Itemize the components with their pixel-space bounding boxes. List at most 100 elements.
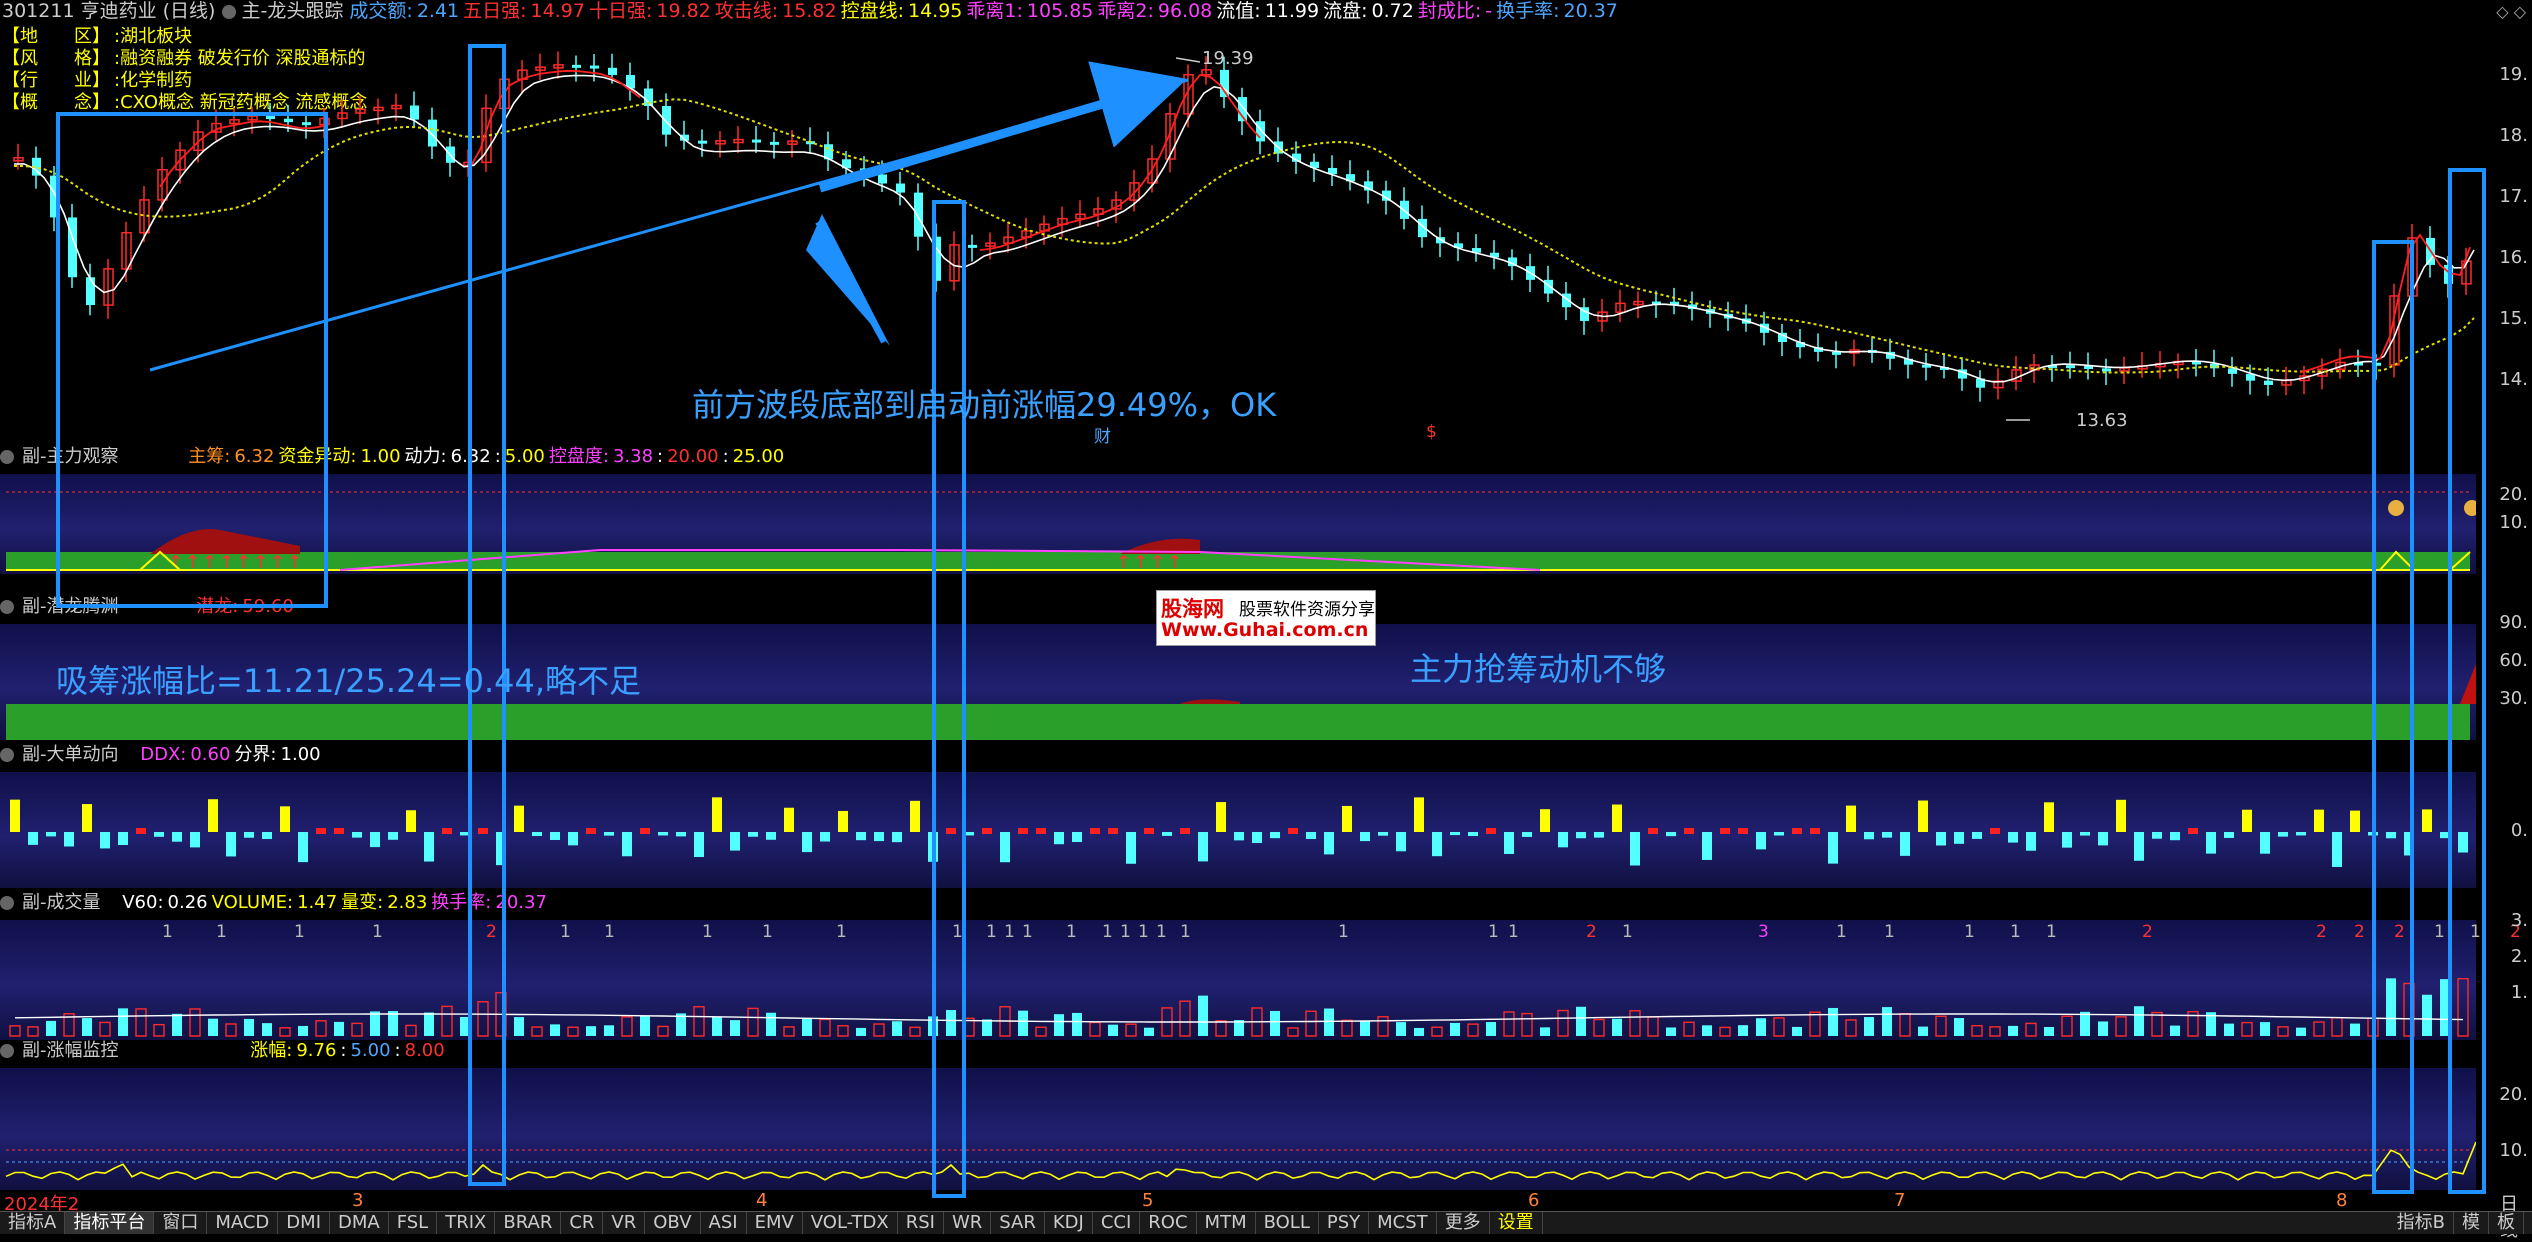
diamond-left-icon[interactable]: ◇ [2496, 2, 2508, 21]
volume-bar-up [657, 1025, 669, 1037]
indicator-tab[interactable]: VOL-TDX [803, 1212, 898, 1234]
panel-value: 0.26 [167, 892, 208, 913]
indicator-tab[interactable]: RSI [898, 1212, 944, 1234]
chevron-down-icon[interactable] [0, 748, 14, 762]
panel-label: 分界: [234, 744, 277, 765]
indicator-tab[interactable]: 窗口 [154, 1212, 208, 1234]
indicator-tab[interactable]: MCST [1369, 1212, 1437, 1234]
header-value: 11.99 [1264, 0, 1320, 22]
indicator-tab[interactable]: SAR [991, 1212, 1045, 1234]
indicator-tab[interactable]: KDJ [1045, 1212, 1093, 1234]
main-indicator-name[interactable]: 主-龙头跟踪 [242, 0, 344, 22]
event-marker[interactable]: $ [1426, 422, 1437, 442]
indicator-tab[interactable]: CCI [1093, 1212, 1141, 1234]
volume-bar-down [388, 1011, 398, 1036]
indicator-tab-right[interactable]: 指标B [2389, 1212, 2454, 1234]
ddx-bar [856, 832, 866, 841]
ddx-bar [1882, 832, 1892, 838]
ddx-bar [1810, 828, 1820, 834]
ddx-bar [1486, 828, 1496, 834]
volume-bar-down [262, 1023, 272, 1036]
ddx-bar [586, 828, 596, 834]
date-label: 8 [2336, 1190, 2348, 1211]
volume-count-label: 1 [1836, 922, 1847, 942]
panel-title[interactable]: 副-大单动向 [22, 744, 119, 765]
chevron-down-icon[interactable] [0, 450, 14, 464]
ddx-bar [1378, 832, 1388, 836]
indicator-tab[interactable]: VR [603, 1212, 646, 1234]
panel-title[interactable]: 副-成交量 [22, 892, 101, 913]
panel-zhuli-header: 副-主力观察 主筹: 6.32 资金异动: 1.00 动力: 6.32:5.00 控盘度: 3… [0, 446, 796, 468]
ddx-bar [172, 832, 182, 842]
ddx-bar [136, 828, 146, 834]
chevron-down-icon[interactable] [221, 4, 236, 19]
chevron-down-icon[interactable] [0, 896, 14, 910]
indicator-tab[interactable]: CR [561, 1212, 604, 1234]
indicator-tab-right[interactable]: 板 [2489, 1212, 2524, 1234]
panel-title[interactable]: 副-主力观察 [22, 446, 119, 467]
indicator-tab[interactable]: BRAR [495, 1212, 562, 1234]
indicator-tab[interactable]: DMI [278, 1212, 330, 1234]
ddx-bar [838, 810, 848, 832]
volume-bar-down [2098, 1021, 2108, 1036]
indicator-tab[interactable]: 设置 [1490, 1212, 1543, 1234]
indicator-tab[interactable]: PSY [1319, 1212, 1370, 1234]
volume-bar-up [1377, 1016, 1389, 1037]
chevron-down-icon[interactable] [0, 600, 14, 614]
indicator-tab[interactable]: DMA [330, 1212, 389, 1234]
candle-down [860, 168, 869, 175]
volume-count-label: 1 [1102, 922, 1113, 942]
volume-bar-up [189, 1008, 201, 1037]
volume-bar-down [1324, 1008, 1334, 1036]
volume-bar-up [315, 1020, 327, 1037]
ddx-bar [1270, 832, 1280, 839]
indicator-tab[interactable]: OBV [645, 1212, 701, 1234]
window-controls[interactable]: ◇ ◇ [2496, 2, 2526, 21]
volume-bar-down [1396, 1022, 1406, 1036]
candle-down [2066, 365, 2075, 369]
arrow-up-icon: ↑ [253, 552, 268, 573]
indicator-tab[interactable]: MACD [207, 1212, 279, 1234]
panel-label: 涨幅: [250, 1040, 293, 1061]
panel-label: V60: [122, 892, 164, 913]
volume-bar-down [1864, 1017, 1874, 1036]
volume-count-label: 1 [162, 922, 173, 942]
arrow-up-icon: ↑ [287, 552, 302, 573]
indicator-tab[interactable]: EMV [747, 1212, 803, 1234]
indicator-tab[interactable]: 指标A [0, 1212, 66, 1234]
volume-bar-up [2241, 1021, 2253, 1037]
indicator-tab[interactable]: BOLL [1256, 1212, 1319, 1234]
volume-bar-down [1486, 1022, 1496, 1036]
volume-bar-up [2331, 1017, 2343, 1037]
panel-title[interactable]: 副-涨幅监控 [22, 1040, 119, 1061]
indicator-tab-right[interactable]: 模 [2454, 1212, 2489, 1234]
ddx-bar [1918, 800, 1928, 832]
header-label: 五日强: [463, 0, 527, 22]
volume-bar-up [135, 1008, 147, 1037]
chevron-down-icon[interactable] [0, 1044, 14, 1058]
ddx-bar [2386, 832, 2396, 839]
indicator-tab[interactable]: 指标平台 [65, 1212, 155, 1234]
volume-bar-down [856, 1027, 866, 1036]
indicator-tab[interactable]: MTM [1197, 1212, 1256, 1234]
ddx-bar [1036, 828, 1046, 834]
date-label: 6 [1528, 1190, 1540, 1211]
volume-bar-up [351, 1022, 363, 1037]
volume-bar-down [1666, 1027, 1676, 1036]
volume-bar-up [1125, 1023, 1137, 1037]
panel-title[interactable]: 副-潜龙腾渊 [22, 596, 119, 617]
indicator-tab[interactable]: FSL [389, 1212, 438, 1234]
indicator-tab[interactable]: ROC [1140, 1212, 1197, 1234]
ddx-bar [1756, 832, 1766, 850]
diamond-right-icon[interactable]: ◇ [2514, 2, 2526, 21]
volume-bar-down [2044, 1026, 2054, 1036]
indicator-tab[interactable]: 更多 [1437, 1212, 1490, 1234]
ddx-bar [1288, 828, 1298, 834]
zhuchou-area [150, 529, 300, 554]
main-candle-chart[interactable] [0, 20, 2476, 440]
indicator-tab[interactable]: WR [944, 1212, 992, 1234]
ddx-bar [2098, 832, 2108, 846]
indicator-tab[interactable]: TRIX [437, 1212, 496, 1234]
indicator-tab[interactable]: ASI [701, 1212, 747, 1234]
volume-bar-up [2151, 1011, 2163, 1037]
